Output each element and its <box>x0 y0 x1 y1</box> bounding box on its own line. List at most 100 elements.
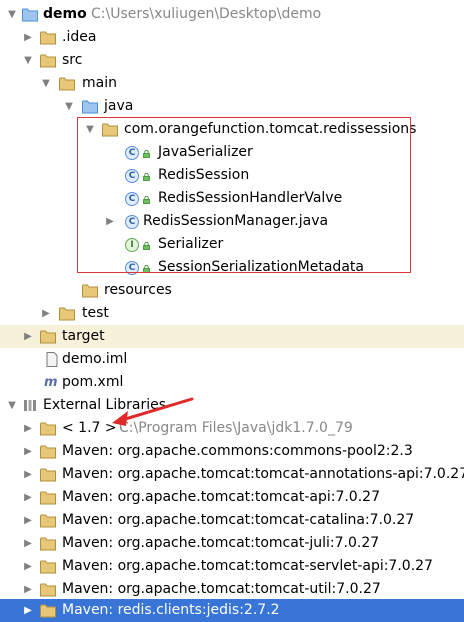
tree-row-resources[interactable]: resources <box>0 279 464 302</box>
tree-row-library[interactable]: ▶ Maven: org.apache.commons:commons-pool… <box>0 440 464 463</box>
chevron-right-icon[interactable]: ▶ <box>22 417 34 440</box>
test-label: test <box>82 305 109 321</box>
source-folder-icon <box>82 99 98 114</box>
tree-row-target[interactable]: ▶ target <box>0 325 464 348</box>
idea-label: .idea <box>62 29 97 45</box>
class-icon: C <box>125 192 139 206</box>
library-icon <box>40 513 56 528</box>
excluded-folder-icon <box>40 329 56 344</box>
chevron-right-icon[interactable]: ▶ <box>22 532 34 555</box>
root-path: C:\Users\xuliugen\Desktop\demo <box>91 6 322 22</box>
tree-row-library[interactable]: ▶ Maven: org.apache.tomcat:tomcat-servle… <box>0 555 464 578</box>
target-label: target <box>62 328 105 344</box>
chevron-down-icon[interactable]: ▼ <box>40 72 52 95</box>
tree-row-src[interactable]: ▼ src <box>0 49 464 72</box>
maven-icon: m <box>44 375 58 390</box>
class-icon: C <box>125 215 139 229</box>
tree-row-demo-iml[interactable]: demo.iml <box>0 348 464 371</box>
chevron-right-icon[interactable]: ▶ <box>22 509 34 532</box>
library-label: Maven: org.apache.commons:commons-pool2:… <box>62 443 413 459</box>
class-label: SessionSerializationMetadata <box>158 259 364 275</box>
folder-icon <box>40 30 56 45</box>
library-icon <box>40 536 56 551</box>
class-icon: C <box>125 261 139 275</box>
chevron-down-icon[interactable]: ▼ <box>6 394 18 417</box>
library-label: Maven: org.apache.tomcat:tomcat-servlet-… <box>62 558 433 574</box>
tree-row-class[interactable]: C JavaSerializer <box>0 141 464 164</box>
tree-row-main[interactable]: ▼ main <box>0 72 464 95</box>
folder-icon <box>59 76 75 91</box>
resources-folder-icon <box>82 283 98 298</box>
tree-row-pom[interactable]: m pom.xml <box>0 371 464 394</box>
library-label: Maven: org.apache.tomcat:tomcat-catalina… <box>62 512 415 528</box>
lock-icon <box>143 242 150 250</box>
external-libraries-label: External Libraries <box>43 397 166 413</box>
chevron-right-icon[interactable]: ▶ <box>22 463 34 486</box>
tree-row-java[interactable]: ▼ java <box>0 95 464 118</box>
chevron-right-icon[interactable]: ▶ <box>22 578 34 601</box>
tree-row-root[interactable]: ▼ demo C:\Users\xuliugen\Desktop\demo <box>0 3 464 26</box>
tree-row-class[interactable]: C SessionSerializationMetadata <box>0 256 464 279</box>
tree-row-library[interactable]: ▶ Maven: org.apache.tomcat:tomcat-api:7.… <box>0 486 464 509</box>
chevron-down-icon[interactable]: ▼ <box>63 95 75 118</box>
tree-row-package[interactable]: ▼ com.orangefunction.tomcat.redissession… <box>0 118 464 141</box>
chevron-right-icon[interactable]: ▶ <box>22 26 34 49</box>
module-folder-icon <box>22 7 38 22</box>
chevron-down-icon[interactable]: ▼ <box>84 118 96 141</box>
tree-row-library[interactable]: ▶ Maven: org.apache.tomcat:tomcat-annota… <box>0 463 464 486</box>
tree-row-library[interactable]: ▶ Maven: org.apache.tomcat:tomcat-catali… <box>0 509 464 532</box>
chevron-right-icon[interactable]: ▶ <box>22 486 34 509</box>
tree-row-interface[interactable]: I Serializer <box>0 233 464 256</box>
chevron-right-icon[interactable]: ▶ <box>104 210 116 233</box>
jdk-label: < 1.7 > <box>62 420 117 436</box>
java-label: java <box>104 98 134 114</box>
tree-row-external-libraries[interactable]: ▼ External Libraries <box>0 394 464 417</box>
library-label: Maven: org.apache.tomcat:tomcat-annotati… <box>62 466 464 482</box>
chevron-right-icon[interactable]: ▶ <box>22 440 34 463</box>
file-icon <box>46 352 58 367</box>
package-label: com.orangefunction.tomcat.redissessions <box>124 121 417 137</box>
tree-row-class[interactable]: C RedisSessionHandlerValve <box>0 187 464 210</box>
chevron-down-icon[interactable]: ▼ <box>6 3 18 26</box>
tree-row-library[interactable]: ▶ Maven: org.apache.tomcat:tomcat-juli:7… <box>0 532 464 555</box>
demo-iml-label: demo.iml <box>62 351 128 367</box>
library-icon <box>40 467 56 482</box>
class-label: JavaSerializer <box>158 144 253 160</box>
chevron-down-icon[interactable]: ▼ <box>22 49 34 72</box>
lock-icon <box>143 196 150 204</box>
library-label: Maven: redis.clients:jedis:2.7.2 <box>62 602 280 618</box>
library-icon <box>40 559 56 574</box>
package-icon <box>102 122 118 137</box>
chevron-right-icon[interactable]: ▶ <box>22 555 34 578</box>
tree-row-class[interactable]: C RedisSession <box>0 164 464 187</box>
class-label: RedisSessionManager.java <box>143 213 329 229</box>
tree-row-test[interactable]: ▶ test <box>0 302 464 325</box>
src-label: src <box>62 52 83 68</box>
chevron-right-icon[interactable]: ▶ <box>22 325 34 348</box>
library-label: Maven: org.apache.tomcat:tomcat-juli:7.0… <box>62 535 380 551</box>
jdk-folder-icon <box>40 421 56 436</box>
tree-row-library-selected[interactable]: ▶ Maven: redis.clients:jedis:2.7.2 <box>0 599 464 622</box>
root-label: demo <box>43 6 87 22</box>
tree-row-library[interactable]: ▶ Maven: org.apache.tomcat:tomcat-util:7… <box>0 578 464 601</box>
libraries-icon <box>24 400 36 411</box>
tree-row-jdk[interactable]: ▶ < 1.7 > C:\Program Files\Java\jdk1.7.0… <box>0 417 464 440</box>
tree-row-class-file[interactable]: ▶ C RedisSessionManager.java <box>0 210 464 233</box>
main-label: main <box>82 75 117 91</box>
tree-row-idea[interactable]: ▶ .idea <box>0 26 464 49</box>
class-label: RedisSessionHandlerValve <box>158 190 343 206</box>
jdk-path: C:\Program Files\Java\jdk1.7.0_79 <box>119 420 353 436</box>
folder-icon <box>59 306 75 321</box>
class-icon: C <box>125 169 139 183</box>
library-label: Maven: org.apache.tomcat:tomcat-api:7.0.… <box>62 489 380 505</box>
library-icon <box>40 444 56 459</box>
class-icon: C <box>125 146 139 160</box>
chevron-right-icon[interactable]: ▶ <box>40 302 52 325</box>
library-icon <box>40 490 56 505</box>
chevron-right-icon[interactable]: ▶ <box>22 599 34 622</box>
resources-label: resources <box>104 282 172 298</box>
lock-icon <box>143 150 150 158</box>
lock-icon <box>143 173 150 181</box>
folder-icon <box>40 53 56 68</box>
class-label: RedisSession <box>158 167 250 183</box>
